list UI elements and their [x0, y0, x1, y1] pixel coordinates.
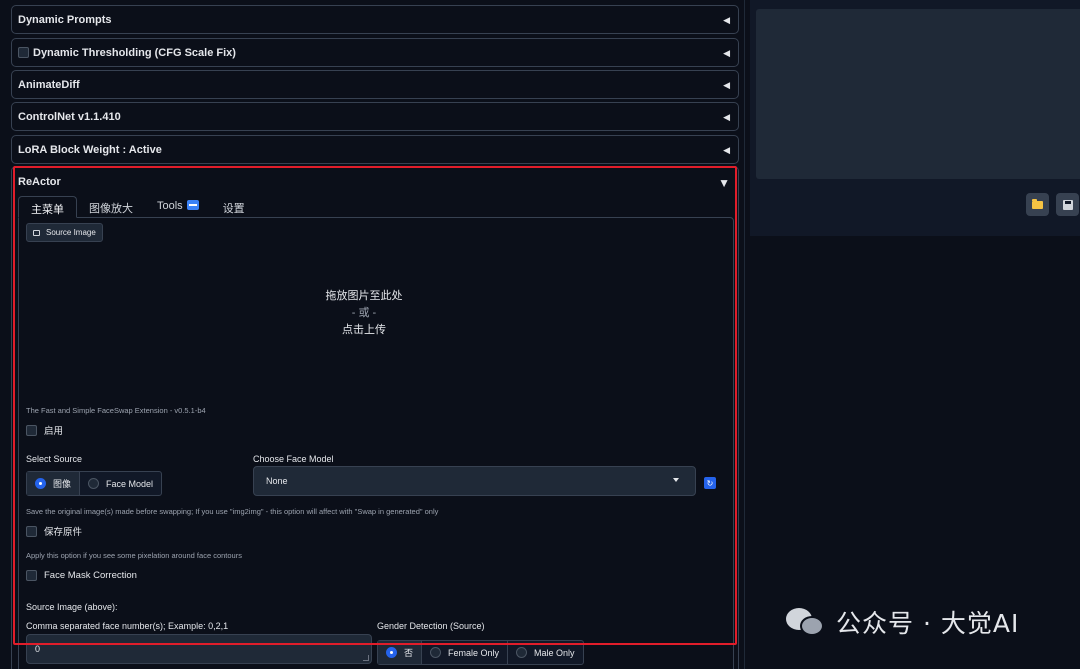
caret-left-icon: ◀: [723, 15, 730, 25]
face-numbers-value: 0: [35, 644, 41, 654]
save-icon: [1062, 199, 1073, 210]
drop-text-2: 点击上传: [342, 324, 386, 336]
accordion-dynamic-prompts[interactable]: Dynamic Prompts ◀: [11, 5, 739, 34]
gender-option-label: Male Only: [534, 647, 575, 658]
radio-button[interactable]: [516, 647, 528, 658]
reactor-tabs: 主菜单 图像放大 Tools 设置: [18, 196, 257, 218]
accordion-title: ControlNet v1.1.410: [18, 110, 121, 123]
accordion-title: Dynamic Prompts: [18, 13, 112, 26]
face-model-value: None: [266, 476, 288, 486]
source-option-image[interactable]: 图像: [27, 472, 81, 495]
save-original-label: 保存原件: [44, 527, 83, 538]
face-mask-label: Face Mask Correction: [44, 570, 137, 581]
source-option-label: Face Model: [106, 478, 154, 489]
drop-text-1: 拖放图片至此处: [325, 290, 403, 302]
watermark-text: 公众号 · 大觉AI: [836, 609, 1020, 638]
folder-icon: [1032, 198, 1043, 209]
caret-down-icon[interactable]: ▼: [718, 176, 730, 190]
drop-text-or: - 或 -: [351, 307, 377, 319]
accordion-title: LoRA Block Weight : Active: [18, 143, 162, 156]
refresh-icon[interactable]: ↻: [704, 477, 716, 489]
tools-badge-icon: [186, 200, 199, 210]
select-source-radio-group: 图像 Face Model: [26, 471, 163, 496]
source-option-face-model[interactable]: Face Model: [80, 472, 161, 495]
enable-checkbox[interactable]: [26, 424, 37, 436]
tab-settings[interactable]: 设置: [211, 196, 257, 218]
enable-row[interactable]: 启用: [26, 423, 63, 437]
tab-tools[interactable]: Tools: [145, 196, 211, 218]
accordion-title: AnimateDiff: [18, 78, 80, 91]
enable-label: 启用: [44, 426, 64, 437]
gender-option-label: 否: [404, 648, 414, 658]
save-original-checkbox[interactable]: [26, 525, 37, 537]
face-mask-info: Apply this option if you see some pixela…: [26, 551, 242, 560]
gender-option-label: Female Only: [448, 647, 500, 658]
face-mask-checkbox[interactable]: [26, 570, 37, 581]
tab-upscale[interactable]: 图像放大: [77, 196, 145, 218]
face-model-dropdown[interactable]: None: [253, 466, 696, 496]
save-original-info: Save the original image(s) made before s…: [26, 507, 439, 516]
save-button[interactable]: [1056, 193, 1079, 216]
wechat-icon: [786, 606, 826, 638]
select-source-label: Select Source: [26, 454, 83, 464]
source-image-above-label: Source Image (above):: [26, 602, 118, 612]
enable-checkbox[interactable]: [18, 47, 29, 58]
gender-detection-radio-group: 否 Female Only Male Only: [377, 640, 584, 665]
column-divider: [744, 0, 745, 669]
source-option-label: 图像: [53, 479, 72, 489]
caret-left-icon: ◀: [723, 145, 730, 155]
tab-main-menu[interactable]: 主菜单: [18, 196, 77, 218]
accordion-animatediff[interactable]: AnimateDiff ◀: [11, 70, 739, 99]
gender-detection-label: Gender Detection (Source): [377, 621, 485, 631]
choose-face-model-label: Choose Face Model: [253, 454, 334, 464]
radio-button[interactable]: [430, 647, 442, 658]
output-image-preview[interactable]: [756, 9, 1080, 179]
accordion-dynamic-thresholding[interactable]: Dynamic Thresholding (CFG Scale Fix) ◀: [11, 38, 739, 67]
reactor-title[interactable]: ReActor: [18, 176, 61, 188]
radio-button[interactable]: [88, 478, 100, 489]
resize-handle-icon[interactable]: [363, 655, 369, 661]
face-numbers-label: Comma separated face number(s); Example:…: [26, 621, 229, 631]
save-original-row[interactable]: 保存原件: [26, 524, 82, 538]
face-numbers-input[interactable]: 0: [26, 634, 372, 664]
chevron-down-icon: [673, 478, 679, 482]
watermark: 公众号 · 大觉AI: [786, 604, 1019, 640]
open-folder-button[interactable]: [1026, 193, 1049, 216]
accordion-controlnet[interactable]: ControlNet v1.1.410 ◀: [11, 102, 739, 131]
accordion-lora-block-weight[interactable]: LoRA Block Weight : Active ◀: [11, 135, 739, 164]
accordion-title: Dynamic Thresholding (CFG Scale Fix): [33, 46, 236, 59]
face-mask-row[interactable]: Face Mask Correction: [26, 570, 137, 581]
caret-left-icon: ◀: [723, 112, 730, 122]
caret-left-icon: ◀: [723, 80, 730, 90]
tab-tools-label: Tools: [157, 200, 183, 212]
gender-option-female[interactable]: Female Only: [422, 641, 509, 664]
gender-option-male[interactable]: Male Only: [508, 641, 583, 664]
radio-button[interactable]: [386, 647, 397, 658]
gender-option-no[interactable]: 否: [378, 641, 423, 664]
radio-button[interactable]: [35, 478, 46, 489]
version-info: The Fast and Simple FaceSwap Extension -…: [26, 406, 206, 415]
caret-left-icon: ◀: [723, 48, 730, 58]
left-column: Dynamic Prompts ◀ Dynamic Thresholding (…: [0, 0, 745, 669]
